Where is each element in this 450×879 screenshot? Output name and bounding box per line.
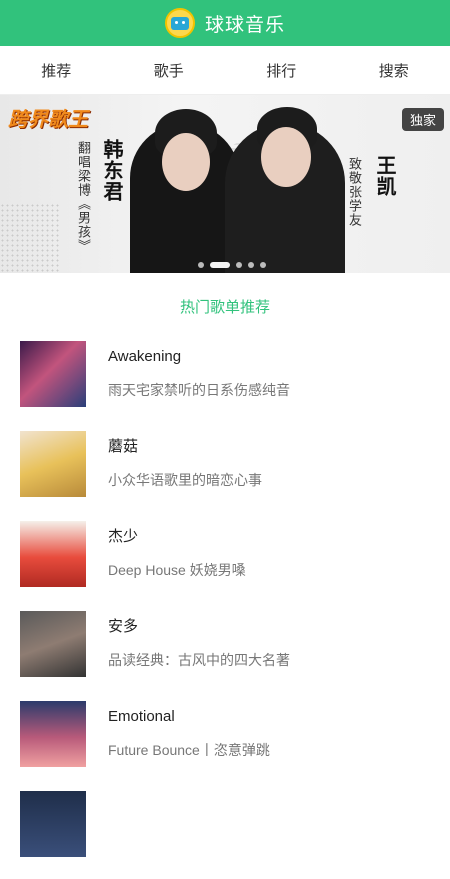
playlist-name: 蘑菇 [108, 437, 262, 457]
carousel-dot-active[interactable] [210, 262, 230, 268]
playlist-cover[interactable] [20, 341, 86, 407]
banner-carousel[interactable]: 跨界歌王 翻唱梁博《男孩》 韩东君 王凯 致敬张学友 独家 [0, 95, 450, 273]
section-title: 热门歌单推荐 [0, 273, 450, 339]
playlist-item[interactable]: Awakening 雨天宅家禁听的日系伤感纯音 [20, 339, 430, 429]
playlist-item[interactable]: Emotional Future Bounce丨恣意弹跳 [20, 699, 430, 789]
playlist-desc: Future Bounce丨恣意弹跳 [108, 740, 270, 760]
playlist-cover[interactable] [20, 701, 86, 767]
tv-mascot-icon [165, 8, 195, 38]
playlist-name: 杰少 [108, 527, 246, 547]
app-title: 球球音乐 [205, 10, 285, 37]
tab-rankings[interactable]: 排行 [225, 46, 338, 94]
playlist-desc: 品读经典：古风中的四大名著 [108, 650, 290, 670]
tab-singers[interactable]: 歌手 [113, 46, 226, 94]
playlist-cover[interactable] [20, 611, 86, 677]
playlist-desc: Deep House 妖娆男嗓 [108, 560, 246, 580]
playlist-desc: 小众华语歌里的暗恋心事 [108, 470, 262, 490]
banner-left-name: 韩东君 [97, 139, 126, 202]
tab-recommend[interactable]: 推荐 [0, 46, 113, 94]
playlist-cover[interactable] [20, 791, 86, 857]
carousel-dot[interactable] [198, 262, 204, 268]
tab-search[interactable]: 搜索 [338, 46, 450, 94]
exclusive-badge: 独家 [402, 108, 444, 131]
playlist-name: Emotional [108, 707, 270, 727]
carousel-dot[interactable] [248, 262, 254, 268]
playlist-list: Awakening 雨天宅家禁听的日系伤感纯音 蘑菇 小众华语歌里的暗恋心事 杰… [0, 339, 450, 879]
carousel-indicator [198, 262, 266, 268]
playlist-name: Awakening [108, 347, 290, 367]
playlist-cover[interactable] [20, 431, 86, 497]
banner-show-logo: 跨界歌王 [8, 103, 88, 132]
nav-tabs: 推荐 歌手 排行 搜索 [0, 46, 450, 95]
banner-pattern [0, 203, 60, 273]
banner-artist-left [130, 123, 240, 273]
playlist-item[interactable]: 安多 品读经典：古风中的四大名著 [20, 609, 430, 699]
banner-left-subtitle: 翻唱梁博《男孩》 [74, 141, 93, 253]
playlist-item-partial[interactable] [20, 789, 430, 879]
playlist-name: 安多 [108, 617, 290, 637]
carousel-dot[interactable] [260, 262, 266, 268]
banner-right-name: 王凯 [370, 155, 399, 197]
banner-artist-right [225, 123, 345, 273]
banner-right-subtitle: 致敬张学友 [345, 157, 364, 227]
playlist-item[interactable]: 蘑菇 小众华语歌里的暗恋心事 [20, 429, 430, 519]
playlist-item[interactable]: 杰少 Deep House 妖娆男嗓 [20, 519, 430, 609]
app-header: 球球音乐 [0, 0, 450, 46]
carousel-dot[interactable] [236, 262, 242, 268]
playlist-desc: 雨天宅家禁听的日系伤感纯音 [108, 380, 290, 400]
playlist-cover[interactable] [20, 521, 86, 587]
